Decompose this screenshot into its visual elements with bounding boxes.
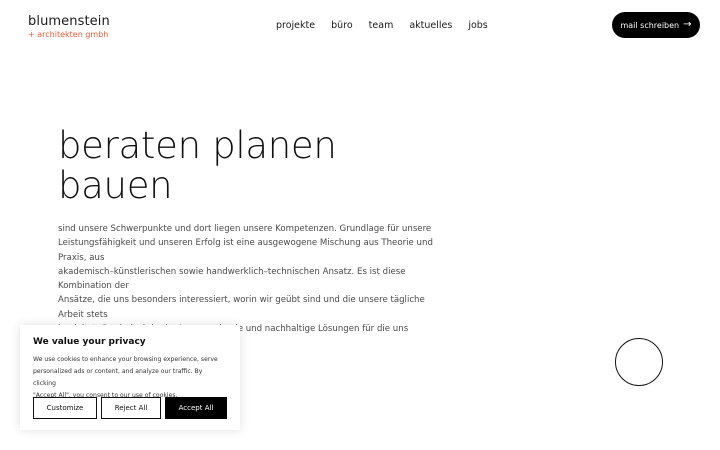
cookie-title: We value your privacy xyxy=(33,337,146,347)
logo[interactable]: blumenstein + architekten gmbh xyxy=(28,15,110,40)
nav-item-jobs[interactable]: jobs xyxy=(468,19,487,33)
customize-button[interactable]: Customize xyxy=(33,397,97,419)
nav-item-team[interactable]: team xyxy=(369,19,394,33)
cookie-text: We use cookies to enhance your browsing … xyxy=(33,354,227,402)
page-title: beraten planen bauen xyxy=(58,126,337,206)
cookie-buttons: Customize Reject All Accept All xyxy=(33,397,227,419)
logo-subtitle: + architekten gmbh xyxy=(28,30,109,39)
scroll-circle[interactable] xyxy=(615,338,663,386)
headline-line-1: beraten planen xyxy=(58,124,337,167)
nav-item-buero[interactable]: büro xyxy=(331,19,353,33)
nav-item-projekte[interactable]: projekte xyxy=(276,19,315,33)
logo-name: blumenstein xyxy=(28,14,110,29)
cookie-text-line: personalized ads or content, and analyze… xyxy=(33,368,203,387)
intro-line: akademisch–künstlerischen sowie handwerk… xyxy=(58,266,406,292)
intro-line: Leistungsfähigkeit und unseren Erfolg is… xyxy=(58,238,433,263)
mail-button[interactable]: mail schreiben → xyxy=(612,12,700,38)
intro-line: Ansätze, die uns besonders interessiert,… xyxy=(58,295,425,320)
main-nav: projekte büro team aktuelles jobs xyxy=(276,19,488,33)
arrow-right-icon: → xyxy=(683,19,692,30)
nav-item-aktuelles[interactable]: aktuelles xyxy=(409,19,452,33)
page: blumenstein + architekten gmbh projekte … xyxy=(0,0,720,450)
headline-line-2: bauen xyxy=(58,164,173,207)
intro-line: sind unsere Schwerpunkte und dort liegen… xyxy=(58,224,432,234)
mail-button-label: mail schreiben xyxy=(620,20,680,30)
reject-all-button[interactable]: Reject All xyxy=(101,397,161,419)
cookie-text-line: We use cookies to enhance your browsing … xyxy=(33,356,218,363)
cookie-banner: We value your privacy We use cookies to … xyxy=(20,325,240,430)
accept-all-button[interactable]: Accept All xyxy=(165,397,227,419)
